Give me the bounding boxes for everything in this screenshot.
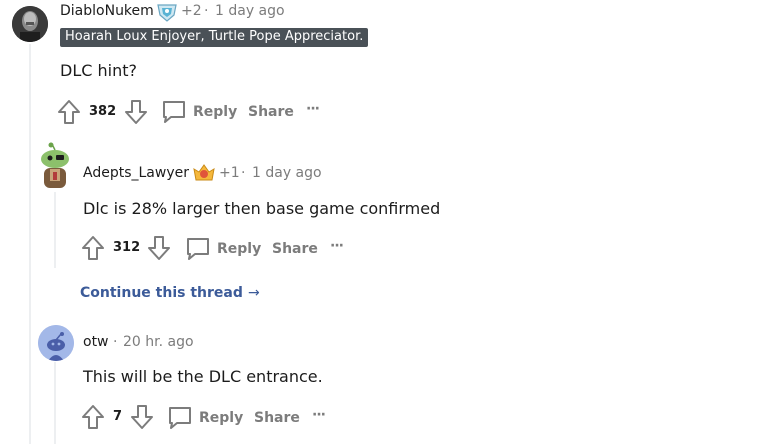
comment-body: This will be the DLC entrance. [83, 367, 323, 386]
user-avatar-icon [12, 6, 48, 42]
more-icon[interactable]: ··· [306, 101, 320, 117]
user-flair: Hoarah Loux Enjoyer, Turtle Pope Appreci… [60, 28, 369, 47]
avatar[interactable] [12, 6, 48, 42]
arrow-right-icon[interactable]: → [248, 285, 260, 301]
share-button[interactable]: Share [248, 104, 294, 120]
thread-line-main[interactable] [29, 44, 31, 444]
username[interactable]: Adepts_Lawyer [83, 165, 189, 181]
vote-count: 382 [89, 104, 117, 119]
thread-line-reply-2[interactable] [54, 362, 56, 444]
downvote-icon[interactable] [147, 235, 171, 261]
comment-icon[interactable] [161, 100, 187, 124]
award-count: +1 [219, 165, 240, 181]
reply-button[interactable]: Reply [199, 410, 243, 426]
avatar[interactable] [36, 142, 74, 192]
snoo-avatar-icon [41, 142, 69, 188]
vote-count: 7 [113, 409, 123, 424]
comment-icon[interactable] [167, 406, 193, 430]
timestamp[interactable]: 20 hr. ago [123, 334, 194, 350]
award-count: +2 [181, 3, 202, 19]
upvote-icon[interactable] [81, 404, 105, 430]
comment-body: DLC hint? [60, 61, 137, 80]
meta-separator: · [113, 334, 118, 350]
continue-thread-label[interactable]: Continue this thread [80, 285, 243, 301]
upvote-icon[interactable] [57, 99, 81, 125]
reply-button[interactable]: Reply [217, 241, 261, 257]
thread-line-reply[interactable] [54, 192, 56, 268]
comment-body: Dlc is 28% larger then base game confirm… [83, 199, 441, 218]
timestamp[interactable]: 1 day ago [252, 165, 322, 181]
more-icon[interactable]: ··· [330, 238, 344, 254]
downvote-icon[interactable] [130, 404, 154, 430]
timestamp[interactable]: 1 day ago [215, 3, 285, 19]
meta-separator: · [204, 3, 209, 19]
award-icon[interactable] [193, 163, 215, 183]
reply-button[interactable]: Reply [193, 104, 237, 120]
share-button[interactable]: Share [254, 410, 300, 426]
upvote-icon[interactable] [81, 235, 105, 261]
share-button[interactable]: Share [272, 241, 318, 257]
award-icon[interactable] [156, 2, 178, 22]
vote-count: 312 [113, 240, 141, 255]
username[interactable]: DiabloNukem [60, 3, 154, 19]
comment-icon[interactable] [185, 237, 211, 261]
snoo-avatar-icon [38, 325, 74, 361]
continue-thread-link[interactable]: Continue this thread → [80, 282, 260, 301]
meta-separator: · [241, 165, 246, 181]
username[interactable]: otw [83, 334, 109, 350]
downvote-icon[interactable] [124, 99, 148, 125]
more-icon[interactable]: ··· [312, 407, 326, 423]
avatar[interactable] [38, 325, 74, 361]
